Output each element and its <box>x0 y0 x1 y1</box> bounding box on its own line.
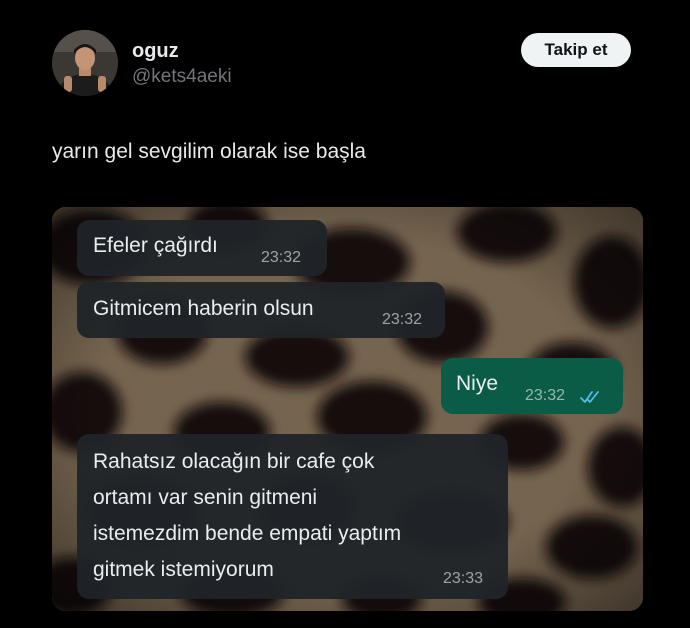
avatar-image <box>52 30 118 96</box>
chat-screenshot-image[interactable]: Efeler çağırdı 23:32 Gitmicem haberin ol… <box>52 207 643 611</box>
message-text: Niye <box>456 372 499 395</box>
message-line: Rahatsız olacağın bir cafe çok <box>93 450 375 473</box>
message-line: istemezdim bende empati yaptım <box>93 522 402 545</box>
chat-message-outgoing[interactable]: Niye 23:32 <box>441 358 623 414</box>
author-handle[interactable]: @kets4aeki <box>132 66 232 88</box>
tweet-text: yarın gel sevgilim olarak ise başla <box>52 140 366 163</box>
chat-message-incoming[interactable]: Efeler çağırdı 23:32 <box>77 220 327 276</box>
author-name[interactable]: oguz <box>132 40 179 63</box>
message-time: 23:33 <box>443 570 484 587</box>
follow-button[interactable]: Takip et <box>521 33 631 67</box>
message-time: 23:32 <box>382 311 423 328</box>
message-time: 23:32 <box>525 387 566 404</box>
chat-message-incoming[interactable]: Gitmicem haberin olsun 23:32 <box>77 282 445 338</box>
message-line: gitmek istemiyorum <box>93 558 274 581</box>
message-text: Efeler çağırdı <box>93 234 218 257</box>
message-text: Gitmicem haberin olsun <box>93 297 314 320</box>
chat-message-incoming[interactable]: Rahatsız olacağın bir cafe çok ortamı va… <box>77 434 508 599</box>
message-time: 23:32 <box>261 249 302 266</box>
double-check-icon <box>580 391 599 403</box>
message-text: Rahatsız olacağın bir cafe çok ortamı va… <box>93 444 503 588</box>
avatar[interactable] <box>52 30 118 96</box>
message-line: ortamı var senin gitmeni <box>93 486 318 509</box>
